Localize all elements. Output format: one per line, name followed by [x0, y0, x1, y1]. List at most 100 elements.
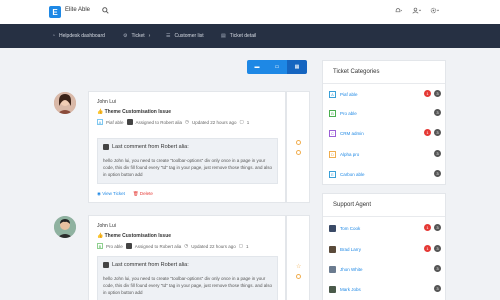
comment-header: Last comment from Robert alia:: [103, 144, 189, 150]
agent-avatar: [329, 224, 336, 232]
ticket-icon: ⚙: [123, 33, 128, 39]
agent-item[interactable]: Tom Cook 1 3: [329, 223, 441, 233]
count-badge: 3: [434, 109, 441, 116]
category-badge: D: [329, 150, 336, 158]
updated-label: Updated 22 hours ago: [191, 243, 236, 249]
nav-ticket[interactable]: ⚙ Ticket ›: [123, 33, 150, 39]
agent-avatar: [329, 245, 336, 253]
status-dot-icon[interactable]: [296, 274, 301, 279]
count-badge: 3: [434, 245, 441, 252]
category-item[interactable]: A Piaf able 1 3: [329, 89, 441, 99]
category-item[interactable]: B Pro able 3: [329, 108, 441, 118]
comment-text: hello John lui, you need to create "tool…: [103, 158, 273, 177]
agent-item[interactable]: Brad Larry 1 3: [329, 244, 441, 254]
agent-avatar: [329, 285, 336, 293]
assignee-avatar: [125, 243, 132, 249]
list-icon: ☰: [166, 33, 171, 39]
logo[interactable]: E: [49, 6, 61, 18]
category-badge: C: [329, 129, 336, 137]
ticket-author[interactable]: John Lui: [97, 99, 116, 105]
ticket-card: John Lui 👍 Theme Customisation Issue B P…: [88, 215, 286, 300]
alert-count: 1: [424, 224, 431, 231]
category-badge: B: [329, 109, 336, 117]
trash-icon: 🗑: [132, 191, 140, 196]
category-item[interactable]: D Alpha pro 3: [329, 149, 441, 159]
agent-item[interactable]: Jhon White 3: [329, 264, 441, 274]
delete-link[interactable]: 🗑 Delete: [133, 191, 153, 197]
comment-header: Last comment from Robert alia:: [103, 262, 189, 268]
count-badge: 3: [434, 150, 441, 157]
ticket-categories-panel: Ticket Categories A Piaf able 1 3 B Pro …: [322, 60, 446, 185]
ticket-actions: ◉ View Ticket 🗑 Delete: [97, 191, 153, 197]
search-icon[interactable]: [102, 7, 109, 16]
ticket-title[interactable]: 👍 Theme Customisation Issue: [97, 233, 171, 239]
avatar: [54, 92, 76, 114]
gear-icon[interactable]: [430, 7, 440, 16]
view-ticket-link[interactable]: ◉ View Ticket: [97, 191, 125, 197]
last-comment: Last comment from Robert alia: hello Joh…: [97, 256, 278, 300]
divider: [323, 216, 445, 217]
grid-view-icon[interactable]: ▦: [287, 60, 307, 74]
alert-count: 1: [424, 129, 431, 136]
product-badge: A: [97, 119, 103, 125]
category-badge: A: [329, 90, 336, 98]
divider: [323, 83, 445, 84]
product-badge: B: [97, 243, 103, 249]
ticket-author[interactable]: John Lui: [97, 223, 116, 229]
document-icon: ▤: [221, 33, 226, 39]
dashboard-icon: ◔: [52, 33, 56, 39]
ticket-meta: A Piaf able Assigned to Robert alia ◷ Up…: [97, 119, 249, 125]
agent-item[interactable]: Mark Jobs 3: [329, 284, 441, 294]
alert-count: 1: [424, 245, 431, 252]
product-label[interactable]: Piaf able: [106, 120, 124, 125]
count-badge: 3: [434, 265, 441, 272]
clock-icon: ◷: [184, 243, 189, 248]
category-item[interactable]: E Carbon able 3: [329, 169, 441, 179]
priority-dot-icon[interactable]: [296, 150, 301, 155]
count-badge: 3: [434, 170, 441, 177]
ticket-title[interactable]: 👍 Theme Customisation Issue: [97, 109, 171, 115]
ticket-meta: B Pro able Assigned to Robert alia ◷ Upd…: [97, 243, 249, 249]
updated-label: Updated 22 hours ago: [191, 119, 237, 125]
nav-helpdesk-dashboard[interactable]: ◔ Helpdesk dashboard: [52, 33, 105, 39]
brand-name[interactable]: Elite Able: [65, 7, 90, 13]
assignee-avatar: [126, 119, 133, 125]
last-comment: Last comment from Robert alia: hello Joh…: [97, 138, 278, 184]
comment-icon: ▢: [239, 119, 244, 124]
thumbs-up-icon: 👍: [97, 233, 105, 239]
card-view-icon[interactable]: ▭: [267, 60, 287, 74]
support-agent-panel: Support Agent Tom Cook 1 3 Brad Larry 1 …: [322, 193, 446, 300]
product-label[interactable]: Pro able: [106, 244, 123, 249]
avatar: [54, 216, 76, 238]
ticket-card: John Lui 👍 Theme Customisation Issue A P…: [88, 91, 286, 203]
user-icon[interactable]: [412, 7, 422, 16]
chevron-right-icon: ›: [148, 33, 151, 39]
panel-title: Support Agent: [333, 202, 372, 208]
top-bar: E Elite Able: [0, 0, 500, 24]
ticket-side-strip: [286, 91, 310, 203]
count-badge: 3: [434, 224, 441, 231]
count-badge: 3: [434, 129, 441, 136]
panel-title: Ticket Categories: [333, 69, 380, 75]
status-dot-icon[interactable]: [296, 140, 301, 145]
thumbs-up-icon: 👍: [97, 109, 105, 115]
clock-icon: ◷: [185, 119, 189, 124]
count-badge: 3: [434, 90, 441, 97]
commenter-avatar: [103, 262, 109, 268]
assignee-label: Assigned to Robert alia: [135, 119, 183, 125]
commenter-avatar: [103, 144, 109, 150]
count-badge: 3: [434, 285, 441, 292]
comment-count: 1: [246, 243, 249, 249]
agent-avatar: [329, 265, 336, 273]
bell-icon[interactable]: [394, 7, 403, 16]
nav-customer-list[interactable]: ☰ Customer list: [166, 33, 204, 39]
comment-text: hello John lui, you need to create "tool…: [103, 276, 273, 295]
comment-icon: ▢: [238, 243, 244, 248]
nav-ticket-detail[interactable]: ▤ Ticket detail: [221, 33, 256, 39]
alert-count: 1: [424, 90, 431, 97]
category-item[interactable]: C CRM admin 1 3: [329, 128, 441, 138]
main-nav: ◔ Helpdesk dashboard ⚙ Ticket › ☰ Customer l…: [0, 24, 500, 48]
assignee-label: Assigned to Robert alia: [134, 243, 182, 249]
list-view-icon[interactable]: ▬: [247, 60, 267, 74]
star-icon[interactable]: ☆: [296, 263, 301, 270]
